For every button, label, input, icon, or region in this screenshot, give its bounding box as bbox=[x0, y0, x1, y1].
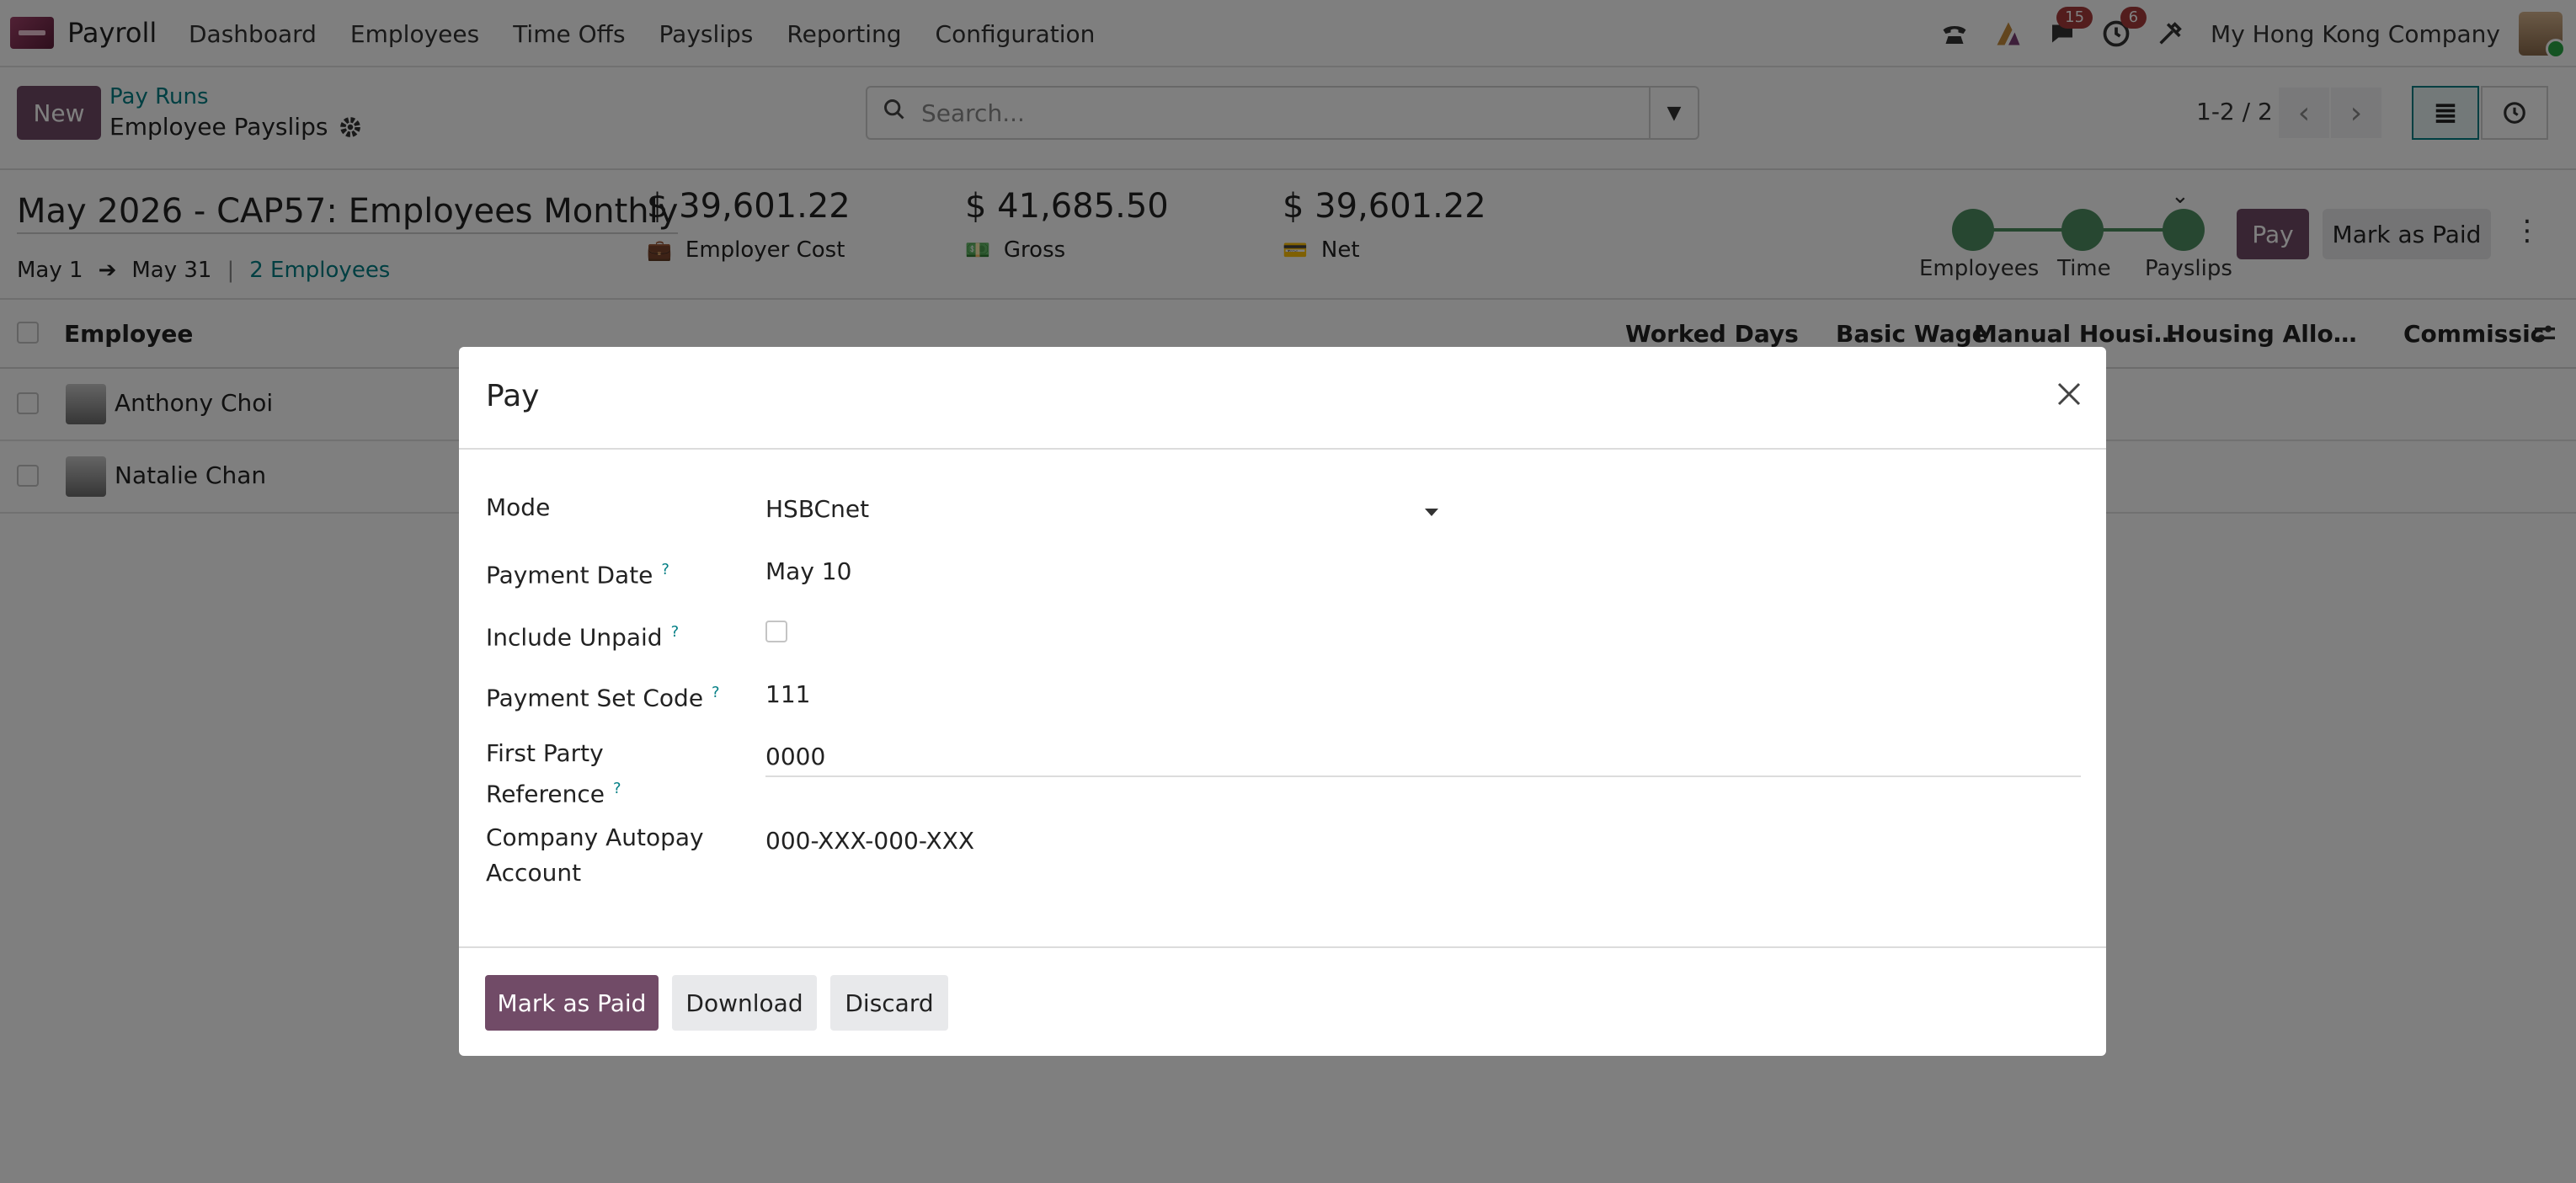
dialog-header-divider bbox=[459, 448, 2106, 450]
mark-as-paid-dialog-button[interactable]: Mark as Paid bbox=[485, 975, 659, 1031]
company-autopay-account-field[interactable]: 000-XXX-000-XXX bbox=[765, 827, 974, 855]
discard-button[interactable]: Discard bbox=[830, 975, 948, 1031]
help-icon[interactable]: ? bbox=[712, 684, 720, 701]
mode-select[interactable]: HSBCnet bbox=[765, 495, 869, 523]
close-icon[interactable] bbox=[2051, 379, 2088, 416]
help-icon[interactable]: ? bbox=[613, 780, 621, 797]
pay-dialog: Pay Mode HSBCnet Payment Date? May 10 In… bbox=[459, 347, 2106, 1056]
chevron-down-icon[interactable] bbox=[1425, 509, 1438, 516]
include-unpaid-label: Include Unpaid? bbox=[486, 623, 680, 652]
include-unpaid-checkbox[interactable] bbox=[765, 621, 787, 642]
payment-date-field[interactable]: May 10 bbox=[765, 557, 851, 585]
first-party-reference-input[interactable]: 0000 bbox=[765, 743, 2081, 777]
dialog-footer-divider bbox=[459, 946, 2106, 948]
payment-set-code-field[interactable]: 111 bbox=[765, 680, 810, 708]
download-button[interactable]: Download bbox=[672, 975, 817, 1031]
mode-label: Mode bbox=[486, 493, 551, 521]
help-icon[interactable]: ? bbox=[661, 561, 669, 578]
payment-date-label: Payment Date? bbox=[486, 561, 669, 589]
company-autopay-account-label: Company Autopay Account bbox=[486, 823, 704, 887]
dialog-title: Pay bbox=[486, 379, 540, 413]
payment-set-code-label: Payment Set Code? bbox=[486, 684, 720, 712]
help-icon[interactable]: ? bbox=[671, 623, 680, 641]
first-party-reference-label: First Party Reference? bbox=[486, 739, 621, 808]
